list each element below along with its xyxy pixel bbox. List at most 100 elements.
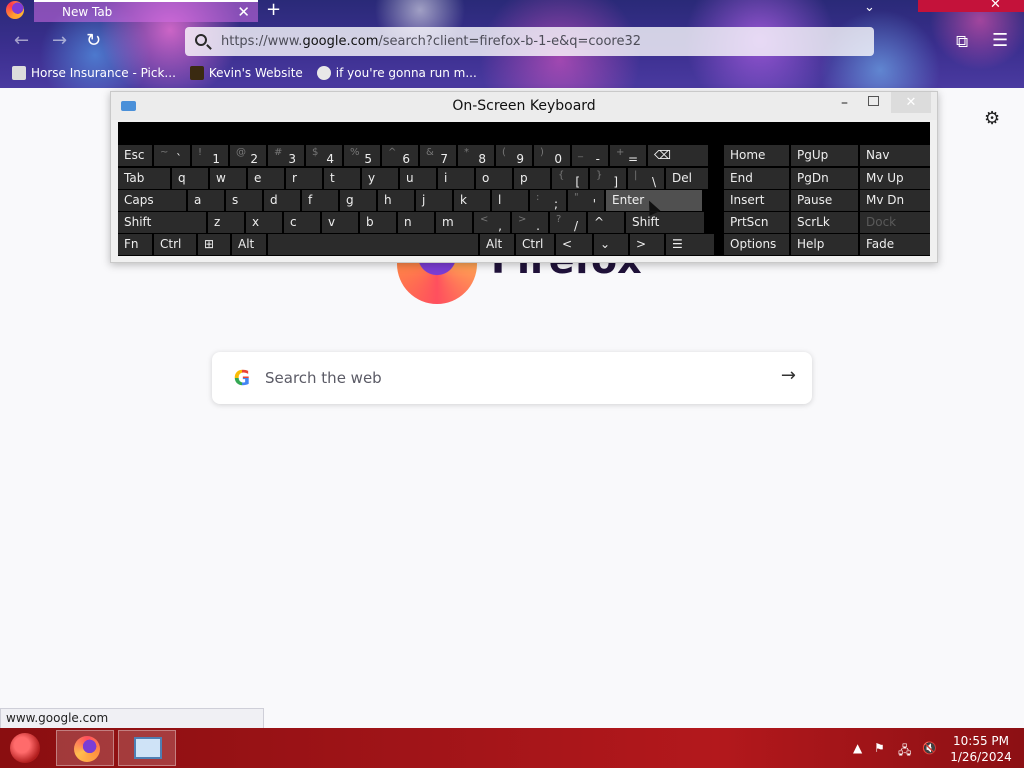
osk-key[interactable]: a [188, 190, 224, 211]
osk-key[interactable]: j [416, 190, 452, 211]
osk-key[interactable]: $4 [306, 145, 342, 166]
osk-nav-key[interactable]: Help [791, 234, 858, 255]
bookmark-item[interactable]: Kevin's Website [189, 66, 303, 80]
osk-key[interactable]: p [514, 168, 550, 189]
extensions-icon[interactable]: ⧉ [956, 32, 968, 52]
osk-close-button[interactable]: ✕ [891, 92, 931, 113]
osk-key[interactable]: Shift [118, 212, 206, 233]
osk-nav-key[interactable]: Mv Up [860, 168, 930, 189]
url-bar[interactable]: https://www. google.com/search?client=fir… [185, 27, 874, 56]
osk-nav-key[interactable]: PgUp [791, 145, 858, 166]
start-button[interactable] [10, 733, 40, 763]
bookmark-item[interactable]: if you're gonna run m... [316, 66, 477, 80]
osk-key[interactable]: | \ [628, 168, 664, 189]
osk-key[interactable]: z [208, 212, 244, 233]
osk-key[interactable]: e [248, 168, 284, 189]
osk-nav-key[interactable]: PrtScn [724, 212, 789, 233]
tab-list-icon[interactable]: ⌄ [864, 0, 875, 15]
osk-key[interactable]: ! 1 [192, 145, 228, 166]
osk-maximize-button[interactable] [868, 96, 879, 106]
osk-nav-key[interactable]: ScrLk [791, 212, 858, 233]
osk-key[interactable]: f [302, 190, 338, 211]
osk-nav-key[interactable]: Insert [724, 190, 789, 211]
tab-close-icon[interactable]: ✕ [237, 3, 250, 21]
network-icon[interactable]: 🖧 [898, 741, 911, 762]
osk-key[interactable]: Caps [118, 190, 186, 211]
bookmark-item[interactable]: Horse Insurance - Pick... [12, 66, 176, 80]
osk-key[interactable]: > [630, 234, 664, 255]
osk-key[interactable]: {[ [552, 168, 588, 189]
tab-new-tab[interactable]: New Tab ✕ [34, 0, 258, 22]
osk-nav-key[interactable]: Home [724, 145, 789, 166]
osk-key[interactable]: c [284, 212, 320, 233]
osk-key[interactable]: ^ [588, 212, 624, 233]
osk-key[interactable]: #3 [268, 145, 304, 166]
osk-key[interactable]: u [400, 168, 436, 189]
osk-key[interactable]: m [436, 212, 472, 233]
osk-nav-key[interactable]: Dock [860, 212, 930, 233]
osk-key[interactable]: ~ ` [154, 145, 190, 166]
osk-key[interactable]: ⌫ [648, 145, 708, 166]
show-hidden-icons-icon[interactable]: ▲ [853, 741, 862, 755]
forward-arrow-icon[interactable]: → [52, 30, 67, 51]
osk-key[interactable] [268, 234, 478, 255]
osk-key[interactable]: :; [530, 190, 566, 211]
osk-key[interactable]: w [210, 168, 246, 189]
osk-key[interactable]: + = [610, 145, 646, 166]
osk-key[interactable]: d [264, 190, 300, 211]
osk-key[interactable]: i [438, 168, 474, 189]
osk-key[interactable]: ☰ [666, 234, 714, 255]
osk-nav-key[interactable]: Options [724, 234, 789, 255]
new-tab-button[interactable]: + [266, 0, 281, 20]
osk-key[interactable]: <, [474, 212, 510, 233]
osk-nav-key[interactable]: Pause [791, 190, 858, 211]
window-close-icon[interactable]: ✕ [990, 0, 1001, 12]
firefox-icon[interactable] [6, 1, 24, 19]
osk-key[interactable]: y [362, 168, 398, 189]
osk-key[interactable]: ⊞ [198, 234, 230, 255]
system-clock[interactable]: 10:55 PM 1/26/2024 [948, 733, 1014, 765]
osk-key[interactable]: b [360, 212, 396, 233]
osk-key[interactable]: l [492, 190, 528, 211]
window-close-button[interactable] [918, 0, 1024, 12]
osk-nav-key[interactable]: Nav [860, 145, 930, 166]
osk-key[interactable]: (9 [496, 145, 532, 166]
volume-muted-icon[interactable]: 🔇 [922, 741, 937, 755]
web-search-box[interactable]: G Search the web → [212, 352, 812, 404]
osk-key[interactable]: r [286, 168, 322, 189]
osk-key[interactable]: Tab [118, 168, 170, 189]
osk-key[interactable]: < [556, 234, 592, 255]
osk-key[interactable]: }] [590, 168, 626, 189]
osk-key[interactable]: ^ 6 [382, 145, 418, 166]
osk-key[interactable]: Shift [626, 212, 704, 233]
osk-key[interactable]: >. [512, 212, 548, 233]
osk-nav-key[interactable]: End [724, 168, 789, 189]
osk-nav-key[interactable]: Fade [860, 234, 930, 255]
osk-key[interactable]: x [246, 212, 282, 233]
hamburger-menu-icon[interactable]: ☰ [992, 30, 1008, 51]
osk-key[interactable]: Esc [118, 145, 152, 166]
osk-key[interactable]: s [226, 190, 262, 211]
osk-minimize-button[interactable]: – [841, 95, 848, 111]
osk-key[interactable]: _ - [572, 145, 608, 166]
osk-title-bar[interactable]: On-Screen Keyboard – ✕ [111, 92, 937, 120]
action-center-flag-icon[interactable]: ⚑ [874, 741, 885, 755]
taskbar-firefox-button[interactable] [56, 730, 114, 766]
osk-key[interactable]: & 7 [420, 145, 456, 166]
back-arrow-icon[interactable]: ← [14, 30, 29, 51]
osk-key[interactable]: n [398, 212, 434, 233]
osk-key[interactable]: t [324, 168, 360, 189]
osk-key[interactable]: o [476, 168, 512, 189]
osk-key[interactable]: Fn [118, 234, 152, 255]
osk-key[interactable]: Ctrl [154, 234, 196, 255]
osk-key[interactable]: % 5 [344, 145, 380, 166]
osk-key[interactable]: ⌄ [594, 234, 628, 255]
osk-key[interactable]: q [172, 168, 208, 189]
osk-key[interactable]: k [454, 190, 490, 211]
osk-key[interactable]: * 8 [458, 145, 494, 166]
osk-key[interactable]: h [378, 190, 414, 211]
settings-gear-icon[interactable]: ⚙ [984, 108, 1000, 129]
osk-key[interactable]: @2 [230, 145, 266, 166]
osk-key[interactable]: g [340, 190, 376, 211]
osk-key[interactable]: Alt [480, 234, 514, 255]
